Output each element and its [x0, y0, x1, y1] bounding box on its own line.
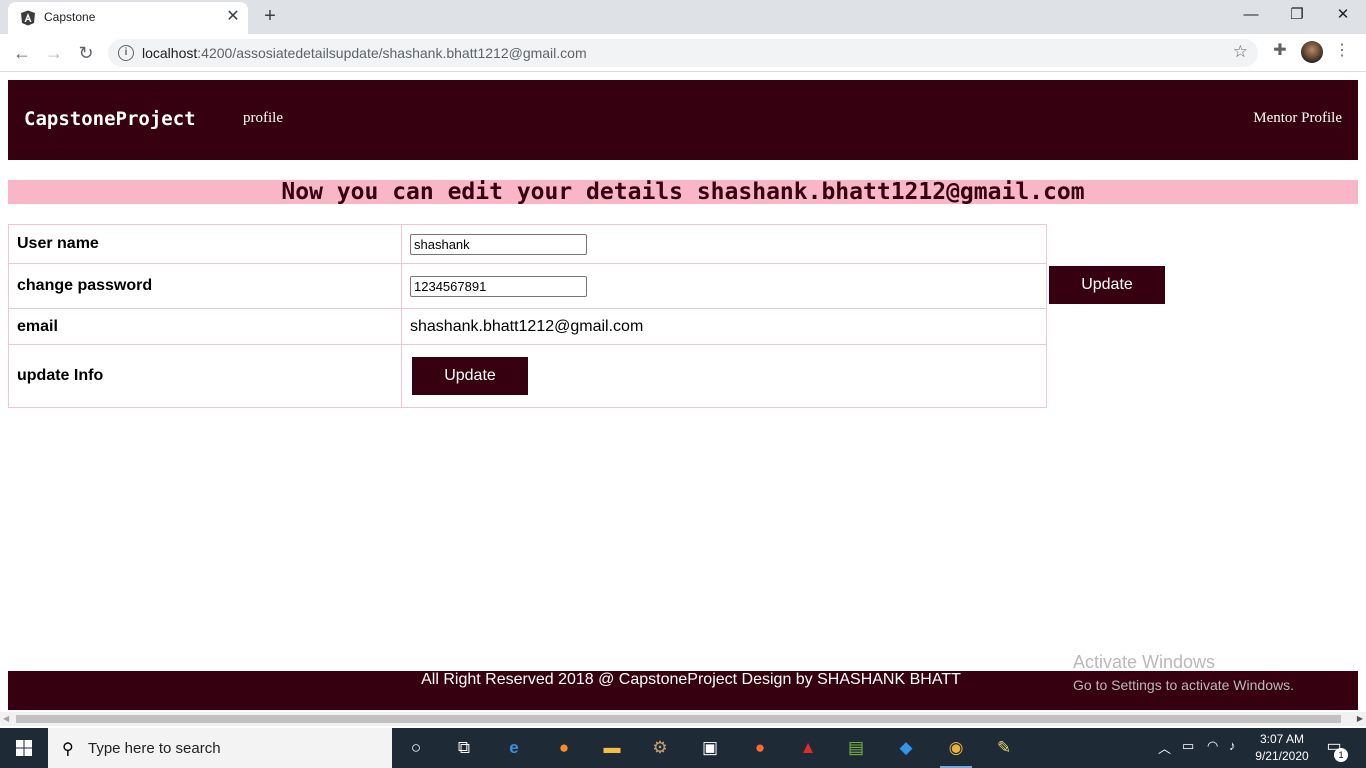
table-row: User name	[8, 224, 1047, 264]
battery-icon[interactable]: ▭	[1182, 738, 1194, 754]
email-value: shashank.bhatt1212@gmail.com	[401, 308, 1047, 345]
app-navbar: CapstoneProject profile Mentor Profile	[8, 80, 1358, 160]
address-url[interactable]: localhost:4200/assosiatedetailsupdate/sh…	[142, 45, 587, 61]
firefox-icon[interactable]: ●	[544, 732, 584, 764]
browser-tab[interactable]: Capstone ✕	[8, 2, 248, 34]
horizontal-scrollbar[interactable]: ◀ ▶	[0, 712, 1366, 726]
profile-avatar[interactable]	[1301, 41, 1323, 63]
extensions-puzzle-icon[interactable]: ✚	[1268, 39, 1292, 63]
tray-chevron-icon[interactable]: ︿	[1158, 738, 1171, 757]
browser-menu-icon[interactable]: ⋮	[1332, 39, 1352, 63]
acrobat-icon[interactable]: ▲	[788, 732, 828, 764]
cortana-icon[interactable]: ○	[396, 732, 436, 764]
clock-date: 9/21/2020	[1255, 749, 1309, 763]
game-app-icon[interactable]: ⚙	[640, 732, 680, 764]
activate-windows-subtitle: Go to Settings to activate Windows.	[1073, 677, 1294, 693]
windows-taskbar: ⚲ Type here to search ○ ⧉ e ● ▬ ⚙ ▣ ● ▲ …	[0, 728, 1366, 768]
password-cell	[401, 263, 1047, 309]
update-password-button[interactable]: Update	[1049, 266, 1165, 304]
minimize-icon[interactable]: —	[1228, 0, 1274, 30]
page-viewport: CapstoneProject profile Mentor Profile N…	[0, 72, 1366, 712]
url-host: localhost	[142, 45, 198, 61]
back-arrow-icon[interactable]: ←	[8, 39, 36, 67]
table-row: change password	[8, 263, 1047, 309]
taskbar-search[interactable]: ⚲ Type here to search	[48, 728, 392, 768]
nav-link-mentor-profile[interactable]: Mentor Profile	[1253, 110, 1342, 127]
wifi-icon[interactable]: ◠	[1207, 738, 1218, 754]
terminal-icon[interactable]: ▣	[690, 732, 730, 764]
username-cell	[401, 224, 1047, 264]
windows-logo-icon	[16, 740, 32, 756]
restore-icon[interactable]: ❐	[1274, 0, 1320, 30]
nav-link-profile[interactable]: profile	[243, 110, 283, 127]
search-icon: ⚲	[62, 741, 74, 758]
email-label: email	[8, 308, 402, 345]
activate-windows-title: Activate Windows	[1073, 652, 1216, 672]
table-row: update Info Update	[8, 344, 1047, 408]
taskbar-clock[interactable]: 3:07 AM 9/21/2020	[1252, 731, 1312, 765]
scrollbar-thumb[interactable]	[16, 715, 1341, 723]
notification-badge: 1	[1334, 748, 1348, 762]
tab-close-icon[interactable]: ✕	[224, 8, 242, 26]
angular-icon	[21, 10, 35, 26]
details-form-table: User name change password email shashank…	[8, 224, 1047, 408]
page-heading: Now you can edit your details shashank.b…	[8, 180, 1358, 204]
bookmark-star-icon[interactable]: ☆	[1233, 42, 1248, 62]
update-info-button[interactable]: Update	[412, 357, 528, 395]
url-path: :4200/assosiatedetailsupdate/shashank.bh…	[197, 45, 587, 61]
notepad-plus-icon[interactable]: ▤	[836, 732, 876, 764]
address-bar[interactable]: i localhost:4200/assosiatedetailsupdate/…	[108, 39, 1258, 67]
chrome-icon[interactable]: ◉	[936, 732, 976, 768]
username-input[interactable]	[410, 233, 587, 255]
new-tab-button[interactable]: +	[258, 4, 282, 28]
site-info-icon[interactable]: i	[118, 45, 134, 61]
task-view-icon[interactable]: ⧉	[444, 732, 484, 764]
forward-arrow-icon[interactable]: →	[40, 39, 68, 67]
vscode-icon[interactable]: ◆	[886, 732, 926, 764]
password-label: change password	[8, 263, 402, 309]
volume-icon[interactable]: ♪	[1229, 738, 1236, 753]
update-info-label: update Info	[8, 344, 402, 408]
tab-title: Capstone	[44, 10, 96, 24]
postman-icon[interactable]: ●	[740, 732, 780, 764]
edge-icon[interactable]: e	[494, 732, 534, 764]
search-placeholder: Type here to search	[88, 740, 221, 757]
scroll-left-arrow-icon[interactable]: ◀	[3, 714, 9, 723]
file-explorer-icon[interactable]: ▬	[592, 732, 632, 764]
password-input[interactable]	[410, 275, 587, 297]
brand-logo[interactable]: CapstoneProject	[24, 108, 196, 130]
paint-icon[interactable]: ✎	[984, 732, 1024, 764]
clock-time: 3:07 AM	[1259, 732, 1305, 746]
username-label: User name	[8, 224, 402, 264]
browser-toolbar: ← → ↻ i localhost:4200/assosiatedetailsu…	[0, 34, 1366, 72]
update-info-cell: Update	[401, 344, 1047, 408]
window-close-icon[interactable]: ✕	[1320, 0, 1366, 30]
reload-icon[interactable]: ↻	[72, 39, 100, 67]
scroll-right-arrow-icon[interactable]: ▶	[1357, 714, 1363, 723]
table-row: email shashank.bhatt1212@gmail.com	[8, 308, 1047, 345]
browser-tabstrip: Capstone ✕ + — ❐ ✕	[0, 0, 1366, 34]
start-button[interactable]	[0, 728, 48, 768]
